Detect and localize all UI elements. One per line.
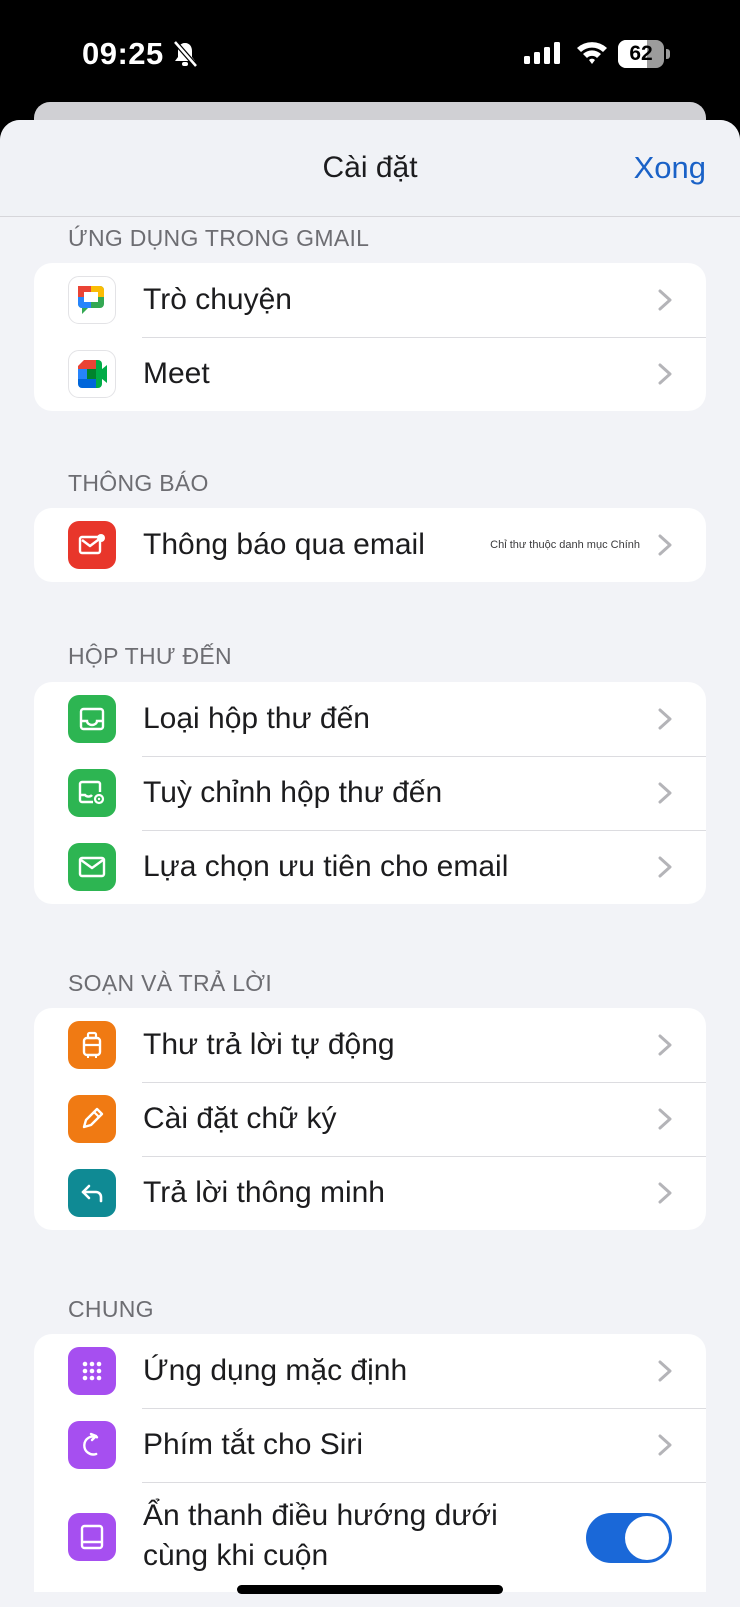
app-grid-icon [68,1347,116,1395]
settings-row-label: Loại hộp thư đến [143,702,370,735]
settings-row-smart-reply[interactable]: Trả lời thông minh [34,1156,706,1230]
chevron-right-icon [658,1434,672,1456]
section-header-general: CHUNG [68,1296,154,1322]
settings-row-detail: Chỉ thư thuộc danh mục Chính [490,539,640,551]
inbox-tray-icon [68,695,116,743]
bell-muted-icon [173,40,198,68]
home-indicator [237,1585,503,1594]
general-group: Ứng dụng mặc định Phím tắt cho Siri Ẩn t… [34,1334,706,1592]
section-header-compose: SOẠN VÀ TRẢ LỜI [68,970,273,996]
chevron-right-icon [658,708,672,730]
navigation-bar: Cài đặt Xong [0,120,740,217]
mail-notification-icon [68,521,116,569]
siri-shortcut-icon [68,1421,116,1469]
chevron-right-icon [658,1360,672,1382]
apps-group: Trò chuyện Meet [34,263,706,411]
chevron-right-icon [658,782,672,804]
google-meet-icon [68,350,116,398]
inbox-group: Loại hộp thư đến Tuỳ chỉnh hộp thư đến L… [34,682,706,904]
toggle-knob [625,1516,669,1560]
pen-icon [68,1095,116,1143]
settings-row-inbox-customize[interactable]: Tuỳ chỉnh hộp thư đến [34,756,706,830]
settings-row-label: Lựa chọn ưu tiên cho email [143,850,509,883]
settings-row-email-notifications[interactable]: Thông báo qua email Chỉ thư thuộc danh m… [34,508,706,582]
chevron-right-icon [658,289,672,311]
settings-row-label: Tuỳ chỉnh hộp thư đến [143,776,443,809]
battery-indicator: 62 [618,40,670,68]
settings-row-label: Thư trả lời tự động [143,1028,395,1061]
wifi-icon [577,42,607,64]
settings-row-default-apps[interactable]: Ứng dụng mặc định [34,1334,706,1408]
settings-row-email-preferences[interactable]: Lựa chọn ưu tiên cho email [34,830,706,904]
bottom-bar-icon [68,1513,116,1561]
settings-row-signature[interactable]: Cài đặt chữ ký [34,1082,706,1156]
settings-row-auto-reply[interactable]: Thư trả lời tự động [34,1008,706,1082]
settings-row-label: Ứng dụng mặc định [143,1354,408,1387]
suitcase-icon [68,1021,116,1069]
compose-group: Thư trả lời tự động Cài đặt chữ ký Trả l… [34,1008,706,1230]
chevron-right-icon [658,1108,672,1130]
reply-arrow-icon [68,1169,116,1217]
settings-row-label: Meet [143,357,210,390]
chevron-right-icon [658,856,672,878]
cellular-signal-icon [524,42,560,64]
settings-row-label: Thông báo qua email [143,528,425,561]
chevron-right-icon [658,1034,672,1056]
section-header-apps: ỨNG DỤNG TRONG GMAIL [68,225,370,251]
settings-row-hide-bottom-bar: Ẩn thanh điều hướng dưới cùng khi cuộn [34,1482,706,1592]
settings-row-chat[interactable]: Trò chuyện [34,263,706,337]
inbox-settings-icon [68,769,116,817]
section-header-inbox: HỘP THƯ ĐẾN [68,643,232,669]
chevron-right-icon [658,534,672,556]
status-time: 09:25 [82,36,164,71]
settings-row-label: Cài đặt chữ ký [143,1102,337,1135]
settings-row-label: Phím tắt cho Siri [143,1428,364,1461]
envelope-icon [68,843,116,891]
notifications-group: Thông báo qua email Chỉ thư thuộc danh m… [34,508,706,582]
settings-row-inbox-type[interactable]: Loại hộp thư đến [34,682,706,756]
settings-row-siri-shortcuts[interactable]: Phím tắt cho Siri [34,1408,706,1482]
settings-row-label: Trò chuyện [143,283,292,316]
done-button[interactable]: Xong [634,120,706,216]
chevron-right-icon [658,1182,672,1204]
chevron-right-icon [658,363,672,385]
status-bar: 09:25 62 [0,0,740,100]
google-chat-icon [68,276,116,324]
page-title: Cài đặt [322,151,418,184]
hide-bottom-bar-toggle[interactable] [586,1513,672,1563]
section-header-notifications: THÔNG BÁO [68,470,209,496]
battery-percent: 62 [629,42,653,65]
settings-row-label: Trả lời thông minh [143,1176,385,1209]
settings-row-label: Ẩn thanh điều hướng dưới cùng khi cuộn [143,1499,498,1572]
settings-sheet: Cài đặt Xong ỨNG DỤNG TRONG GMAIL Trò ch… [0,120,740,1607]
settings-row-meet[interactable]: Meet [34,337,706,411]
